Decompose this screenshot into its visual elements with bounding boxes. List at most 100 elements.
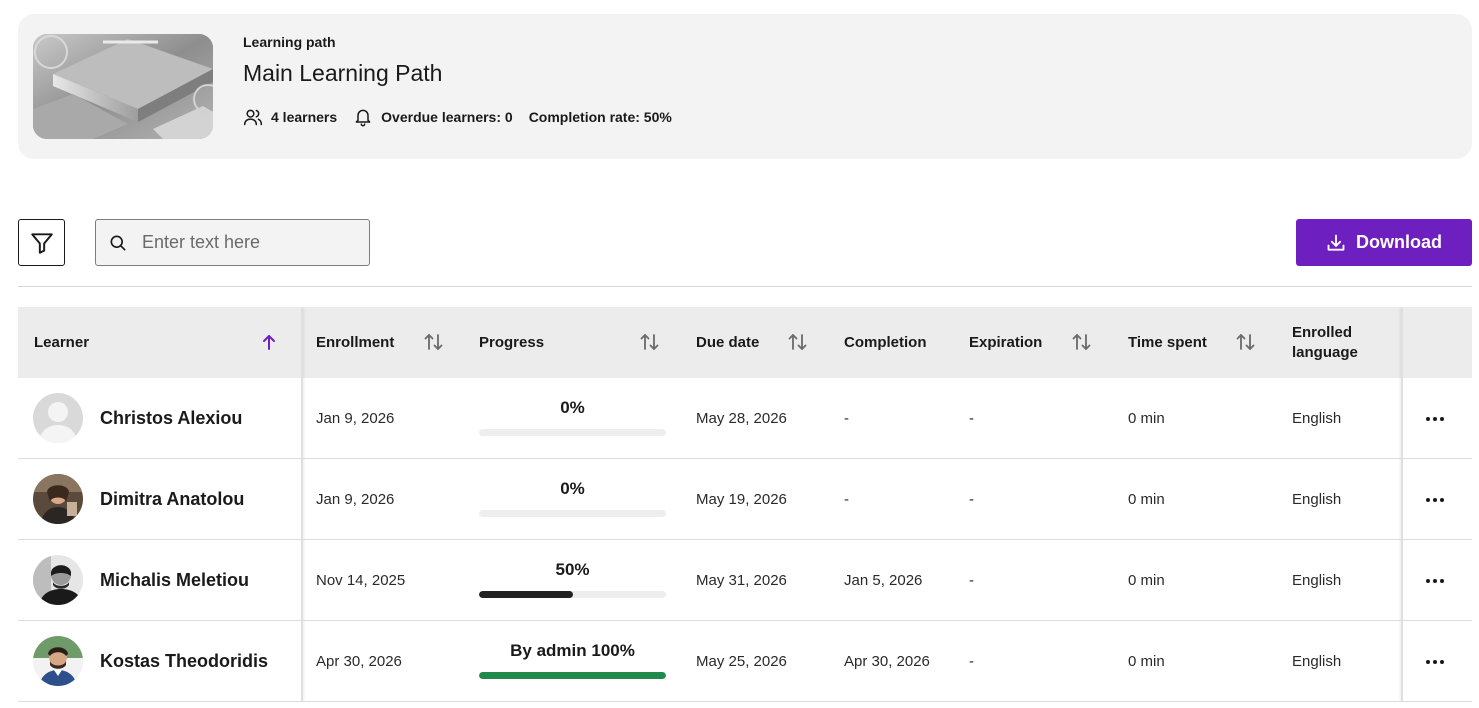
arrow-up-icon[interactable]: [261, 331, 277, 353]
learners-table: Learner Enrollment Progress Due date Com…: [18, 307, 1472, 702]
enrollment-date: Apr 30, 2026: [316, 653, 402, 670]
completion-date: -: [844, 491, 849, 508]
time-spent: 0 min: [1128, 653, 1165, 670]
column-header-expiration[interactable]: Expiration: [969, 307, 1042, 378]
sort-icon[interactable]: [1071, 331, 1093, 353]
learning-path-thumbnail: [33, 34, 213, 139]
table-row[interactable]: Dimitra Anatolou Jan 9, 2026 0% May 19, …: [18, 459, 1472, 540]
enrolled-language: English: [1292, 491, 1342, 508]
completion-date: Jan 5, 2026: [844, 572, 923, 589]
table-row[interactable]: Christos Alexiou Jan 9, 2026 0% May 28, …: [18, 378, 1472, 459]
progress-label: 50%: [555, 560, 590, 579]
learner-name[interactable]: Kostas Theodoridis: [100, 621, 268, 702]
learning-path-info: Learning path Main Learning Path 4 learn…: [243, 34, 688, 127]
users-icon: [243, 109, 263, 126]
sort-icon[interactable]: [639, 331, 661, 353]
search-input[interactable]: [142, 232, 342, 253]
enrolled-language: English: [1292, 653, 1342, 670]
learning-path-type: Learning path: [243, 34, 336, 50]
more-horizontal-icon: [1426, 578, 1444, 583]
progress-label: By admin 100%: [510, 641, 635, 660]
download-icon: [1327, 234, 1345, 251]
column-label: Enrollment: [316, 334, 395, 351]
completion-rate-stat: Completion rate: 50%: [529, 109, 672, 125]
column-header-completion[interactable]: Completion: [844, 307, 927, 378]
learners-count: 4 learners: [271, 109, 338, 125]
column-label: Enrolled language: [1292, 323, 1358, 361]
download-label: Download: [1356, 232, 1442, 252]
filter-button[interactable]: [18, 219, 65, 266]
learner-name[interactable]: Michalis Meletiou: [100, 540, 249, 621]
progress-cell: 50%: [479, 560, 666, 598]
expiration-date: -: [969, 653, 974, 670]
progress-cell: By admin 100%: [479, 641, 666, 679]
sort-icon[interactable]: [1235, 331, 1257, 353]
search-box[interactable]: [95, 219, 370, 266]
expiration-date: -: [969, 491, 974, 508]
row-actions-button[interactable]: [1423, 540, 1447, 621]
expiration-date: -: [969, 410, 974, 427]
learning-path-header: Learning path Main Learning Path 4 learn…: [18, 14, 1472, 159]
row-actions-button[interactable]: [1423, 621, 1447, 702]
progress-label: 0%: [560, 479, 585, 498]
progress-bar-fill: [479, 591, 573, 598]
search-icon: [110, 235, 126, 250]
due-date: May 31, 2026: [696, 572, 787, 589]
enrollment-date: Jan 9, 2026: [316, 410, 395, 427]
due-date: May 25, 2026: [696, 653, 787, 670]
enrolled-language: English: [1292, 572, 1342, 589]
time-spent: 0 min: [1128, 491, 1165, 508]
overdue-stat: Overdue learners: 0: [353, 107, 513, 127]
progress-label: 0%: [560, 398, 585, 417]
column-header-time-spent[interactable]: Time spent: [1128, 307, 1207, 378]
table-row[interactable]: Kostas Theodoridis Apr 30, 2026 By admin…: [18, 621, 1472, 702]
filter-icon: [30, 232, 53, 254]
progress-bar: [479, 429, 666, 436]
row-actions-button[interactable]: [1423, 459, 1447, 540]
avatar: [33, 474, 83, 524]
column-header-progress[interactable]: Progress: [479, 307, 544, 378]
column-label: Progress: [479, 334, 545, 351]
progress-bar-fill: [479, 672, 666, 679]
enrolled-language: English: [1292, 410, 1342, 427]
frozen-column-separator: [301, 307, 303, 701]
time-spent: 0 min: [1128, 410, 1165, 427]
column-header-enrollment[interactable]: Enrollment: [316, 307, 394, 378]
completion-date: -: [844, 410, 849, 427]
column-label: Completion: [844, 334, 927, 351]
download-button[interactable]: Download: [1296, 219, 1472, 266]
sort-icon[interactable]: [423, 331, 445, 353]
table-row[interactable]: Michalis Meletiou Nov 14, 2025 50% May 3…: [18, 540, 1472, 621]
column-header-learner[interactable]: Learner: [34, 307, 89, 378]
completion-rate: Completion rate: 50%: [528, 109, 672, 125]
progress-bar: [479, 510, 666, 517]
column-header-due-date[interactable]: Due date: [696, 307, 759, 378]
time-spent: 0 min: [1128, 572, 1165, 589]
learner-name[interactable]: Christos Alexiou: [100, 378, 242, 459]
frozen-column-separator: [1401, 307, 1403, 701]
learners-stat: 4 learners: [243, 107, 337, 127]
due-date: May 28, 2026: [696, 410, 787, 427]
row-actions-button[interactable]: [1423, 378, 1447, 459]
progress-bar: [479, 591, 666, 598]
toolbar-divider: [18, 286, 1472, 287]
progress-cell: 0%: [479, 398, 666, 436]
more-horizontal-icon: [1426, 416, 1444, 421]
sort-icon[interactable]: [787, 331, 809, 353]
column-label: Learner: [34, 334, 90, 351]
table-body: Christos Alexiou Jan 9, 2026 0% May 28, …: [18, 378, 1472, 702]
expiration-date: -: [969, 572, 974, 589]
bell-icon: [355, 109, 371, 127]
column-label: Time spent: [1128, 334, 1207, 351]
learning-path-stats: 4 learners Overdue learners: 0 Completio…: [243, 107, 688, 127]
column-header-enrolled-language[interactable]: Enrolled language: [1292, 307, 1382, 378]
overdue-count: Overdue learners: 0: [381, 109, 513, 125]
column-label: Due date: [696, 334, 760, 351]
learner-name[interactable]: Dimitra Anatolou: [100, 459, 244, 540]
more-horizontal-icon: [1426, 497, 1444, 502]
more-horizontal-icon: [1426, 659, 1444, 664]
enrollment-date: Jan 9, 2026: [316, 491, 395, 508]
progress-bar: [479, 672, 666, 679]
due-date: May 19, 2026: [696, 491, 787, 508]
completion-date: Apr 30, 2026: [844, 653, 930, 670]
